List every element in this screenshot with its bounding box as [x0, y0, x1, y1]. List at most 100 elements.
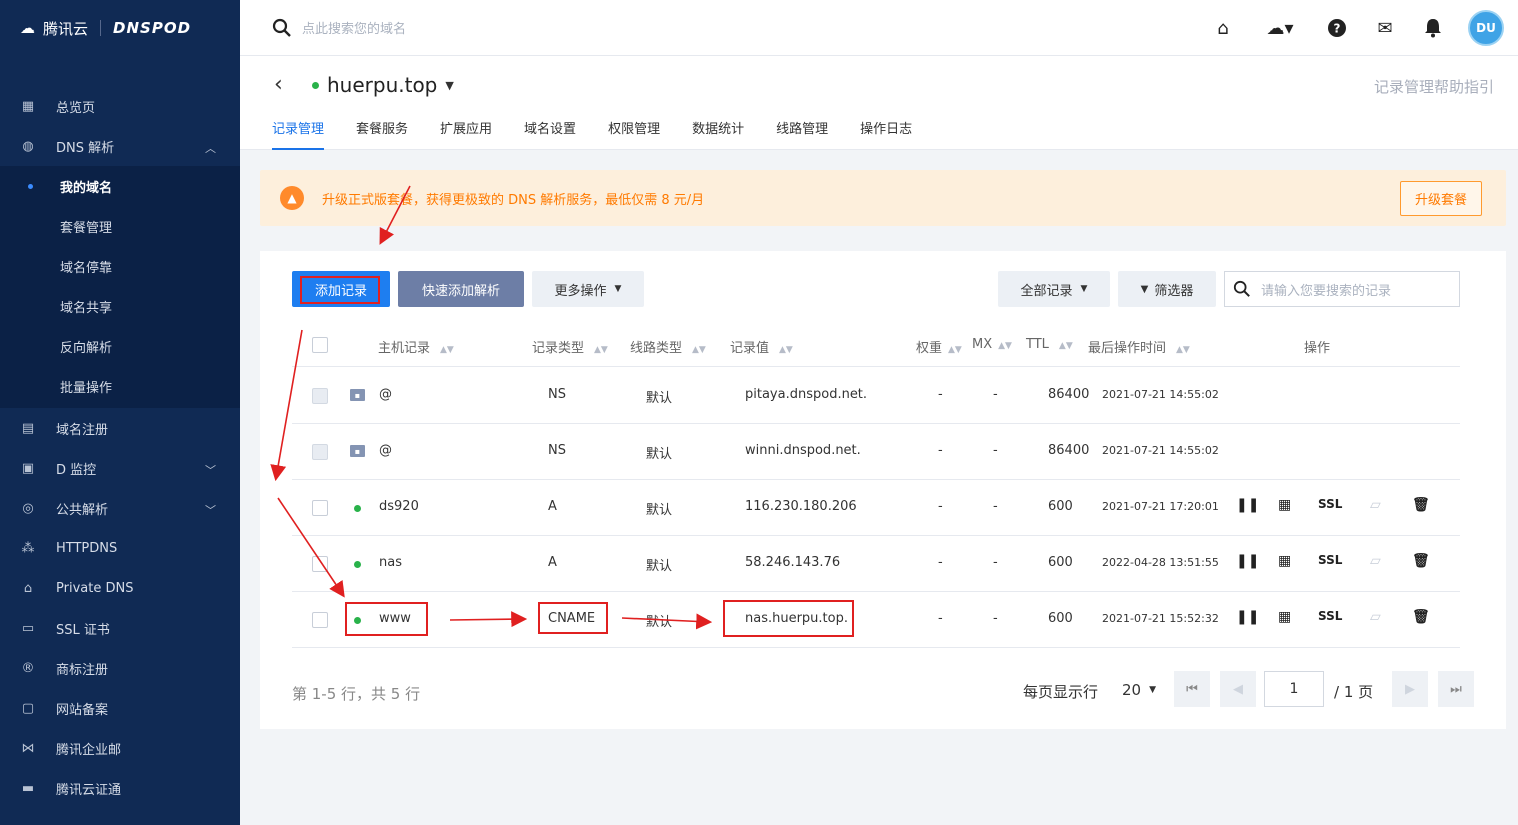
help-icon[interactable]: ?	[1324, 15, 1350, 41]
tab-permissions[interactable]: 权限管理	[608, 118, 660, 150]
cloud-menu-icon[interactable]: ☁▾	[1258, 15, 1302, 41]
next-page-button[interactable]: ▶	[1392, 671, 1428, 707]
load-balance-icon[interactable]: ▦	[1278, 553, 1291, 569]
trash-icon[interactable]: 🗑	[1412, 553, 1430, 569]
prev-page-button[interactable]: ◀	[1220, 671, 1256, 707]
back-arrow-icon[interactable]: ‹	[274, 72, 283, 97]
chevron-down-icon: ﹀	[205, 464, 216, 477]
tab-domain-settings[interactable]: 域名设置	[524, 118, 576, 150]
sidebar-item-domain-register[interactable]: ▤ 域名注册	[0, 408, 240, 448]
remark-icon[interactable]: ▱	[1370, 609, 1381, 625]
remark-icon[interactable]: ▱	[1370, 553, 1381, 569]
per-page-select[interactable]: 20 ▼	[1122, 681, 1156, 699]
sidebar-item-idcard[interactable]: ▬ 腾讯云证通	[0, 768, 240, 808]
ssl-button[interactable]: SSL	[1318, 497, 1342, 511]
home-icon[interactable]: ⌂	[1210, 15, 1236, 41]
row-checkbox[interactable]	[312, 556, 328, 572]
col-mx[interactable]: MX ▲▼	[972, 337, 1012, 352]
pause-icon[interactable]: ❚❚	[1236, 497, 1259, 513]
sidebar-item-dns[interactable]: ◍ DNS 解析 ︿	[0, 126, 240, 166]
trademark-icon: ®	[21, 660, 35, 676]
cell-type: NS	[548, 443, 566, 458]
col-value[interactable]: 记录值 ▲▼	[730, 337, 793, 356]
sidebar-subitem-my-domains[interactable]: 我的域名	[0, 166, 240, 206]
annotation-box-host	[345, 602, 428, 636]
more-ops-label: 更多操作	[554, 283, 607, 299]
more-ops-button[interactable]: 更多操作 ▼	[532, 271, 644, 307]
logo[interactable]: ☁ 腾讯云 DNSPOD	[0, 0, 240, 56]
quick-add-button[interactable]: 快速添加解析	[398, 271, 524, 307]
avatar[interactable]: DU	[1468, 10, 1504, 46]
col-ttl[interactable]: TTL ▲▼	[1026, 337, 1073, 352]
bell-icon[interactable]	[1420, 15, 1446, 41]
last-page-button[interactable]: ⏭	[1438, 671, 1474, 707]
domain-search[interactable]: 点此搜索您的域名	[272, 18, 406, 38]
sidebar-item-label: HTTPDNS	[56, 540, 118, 556]
sidebar-subitem-sharing[interactable]: 域名共享	[0, 286, 240, 326]
load-balance-icon[interactable]: ▦	[1278, 497, 1291, 513]
tab-records[interactable]: 记录管理	[272, 118, 325, 150]
row-checkbox[interactable]	[312, 500, 328, 516]
sidebar-subitem-parking[interactable]: 域名停靠	[0, 246, 240, 286]
pause-icon[interactable]: ❚❚	[1236, 553, 1259, 569]
help-guide-link[interactable]: 记录管理帮助指引	[1374, 76, 1494, 97]
sidebar-item-monitor[interactable]: ▣ D 监控 ﹀	[0, 448, 240, 488]
upgrade-button[interactable]: 升级套餐	[1400, 181, 1482, 216]
sidebar-item-overview[interactable]: ▦ 总览页	[0, 86, 240, 126]
sidebar-subitem-reverse[interactable]: 反向解析	[0, 326, 240, 366]
sidebar-item-icp[interactable]: ▢ 网站备案	[0, 688, 240, 728]
wechat-icon[interactable]: ✉	[1372, 15, 1398, 41]
table-row: ds920 A 默认 116.230.180.206 - - 600 2021-…	[292, 480, 1460, 536]
col-line-label: 线路类型	[630, 341, 683, 356]
sidebar-item-public-dns[interactable]: ◎ 公共解析 ﹀	[0, 488, 240, 528]
row-checkbox	[312, 388, 328, 404]
sidebar-item-mail[interactable]: ⋈ 腾讯企业邮	[0, 728, 240, 768]
page-number-input[interactable]: 1	[1264, 671, 1324, 707]
tab-statistics[interactable]: 数据统计	[692, 118, 744, 150]
sidebar-item-trademark[interactable]: ® 商标注册	[0, 648, 240, 688]
trash-icon[interactable]: 🗑	[1412, 497, 1430, 513]
per-page-label: 每页显示行	[1023, 683, 1099, 701]
col-type[interactable]: 记录类型 ▲▼	[532, 337, 608, 356]
cell-weight: -	[938, 499, 943, 514]
sidebar-item-httpdns[interactable]: ⁂ HTTPDNS	[0, 528, 240, 568]
remark-icon[interactable]: ▱	[1370, 497, 1381, 513]
ssl-button[interactable]: SSL	[1318, 609, 1342, 623]
cell-ttl: 86400	[1048, 387, 1090, 402]
sidebar-item-label: 商标注册	[56, 662, 109, 678]
cell-value: 58.246.143.76	[745, 555, 841, 570]
record-search-input[interactable]: 请输入您要搜索的记录	[1224, 271, 1460, 307]
first-page-button[interactable]: ⏮	[1174, 671, 1210, 707]
sidebar-subitem-packages[interactable]: 套餐管理	[0, 206, 240, 246]
sidebar-subitem-batch[interactable]: 批量操作	[0, 366, 240, 406]
load-balance-icon[interactable]: ▦	[1278, 609, 1291, 625]
tab-package[interactable]: 套餐服务	[356, 118, 408, 150]
sort-icon: ▲▼	[692, 345, 706, 355]
col-time[interactable]: 最后操作时间 ▲▼	[1088, 337, 1190, 356]
col-line[interactable]: 线路类型 ▲▼	[630, 337, 706, 356]
domain-header: ‹ huerpu.top ▼ 记录管理帮助指引 记录管理 套餐服务 扩展应用 域…	[240, 56, 1518, 150]
col-weight[interactable]: 权重 ▲▼	[916, 337, 962, 356]
cell-line: 默认	[646, 559, 673, 574]
trash-icon[interactable]: 🗑	[1412, 609, 1430, 625]
col-type-label: 记录类型	[532, 341, 585, 356]
all-records-dropdown[interactable]: 全部记录 ▼	[998, 271, 1110, 307]
sidebar-item-ssl[interactable]: ▭ SSL 证书	[0, 608, 240, 648]
pause-icon[interactable]: ❚❚	[1236, 609, 1259, 625]
sidebar-item-private-dns[interactable]: ⌂ Private DNS	[0, 568, 240, 608]
tab-logs[interactable]: 操作日志	[860, 118, 912, 150]
ssl-button[interactable]: SSL	[1318, 553, 1342, 567]
cell-type: A	[548, 555, 557, 570]
tab-lines[interactable]: 线路管理	[776, 118, 828, 150]
search-icon	[1233, 280, 1250, 297]
annotation-box-add-record	[300, 276, 380, 304]
filter-button[interactable]: ▼ 筛选器	[1118, 271, 1216, 307]
col-host[interactable]: 主机记录 ▲▼	[378, 337, 454, 356]
grid-icon: ▦	[21, 98, 35, 114]
tab-extensions[interactable]: 扩展应用	[440, 118, 492, 150]
row-checkbox[interactable]	[312, 612, 328, 628]
cell-ttl: 600	[1048, 499, 1073, 514]
select-all-checkbox[interactable]	[312, 337, 328, 353]
domain-selector[interactable]: huerpu.top ▼	[312, 73, 454, 97]
sort-icon: ▲▼	[1058, 341, 1073, 351]
